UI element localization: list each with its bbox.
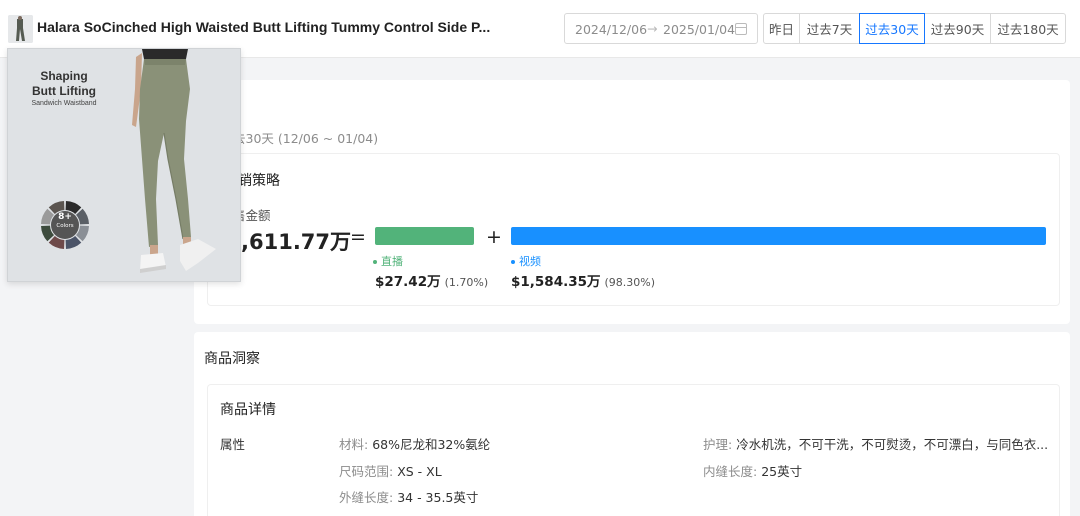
- attr-size-range: 尺码范围: XS - XL: [339, 464, 442, 479]
- calendar-icon: [735, 23, 747, 35]
- video-value: $1,584.35万: [511, 274, 601, 290]
- live-sales-value: $27.42万 (1.70%): [375, 270, 488, 290]
- legend-dot-icon: [511, 260, 515, 264]
- date-range-picker[interactable]: 2024/12/06 → 2025/01/04: [564, 13, 758, 44]
- attr-material: 材料: 68%尼龙和32%氨纶: [339, 437, 491, 452]
- range-button-180d[interactable]: 过去180天: [990, 13, 1066, 44]
- image-headline-1: Shaping: [40, 69, 88, 83]
- range-button-30d[interactable]: 过去30天: [859, 13, 925, 44]
- video-share-bar: [511, 227, 1046, 245]
- attr-inseam: 内缝长度: 25英寸: [703, 464, 803, 479]
- video-percent: (98.30%): [604, 276, 656, 289]
- product-detail-title: 商品详情: [220, 402, 276, 418]
- legend-dot-icon: [373, 260, 377, 264]
- legend-live-label: 直播: [381, 255, 403, 268]
- video-sales-value: $1,584.35万 (98.30%): [511, 270, 655, 290]
- product-thumbnail[interactable]: [8, 15, 33, 43]
- date-start: 2024/12/06: [575, 22, 648, 37]
- live-share-bar: [375, 227, 474, 245]
- attr-care: 护理: 冷水机洗，不可干洗，不可熨烫，不可漂白，与同色衣...: [703, 437, 1049, 452]
- equals-sign: =: [350, 226, 366, 248]
- live-value: $27.42万: [375, 274, 441, 290]
- image-subline: Sandwich Waistband: [31, 100, 97, 107]
- legend-video: 视频: [511, 253, 541, 269]
- sales-total: ,611.77万: [241, 230, 352, 254]
- range-button-yesterday[interactable]: 昨日: [763, 13, 800, 44]
- date-end: 2025/01/04: [663, 22, 736, 37]
- plus-sign: +: [486, 226, 502, 248]
- image-headline-2: Butt Lifting: [32, 84, 96, 98]
- attributes-label: 属性: [220, 437, 246, 452]
- range-button-7d[interactable]: 过去7天: [799, 13, 860, 44]
- sales-strategy-title: 销策略: [238, 173, 280, 189]
- range-button-90d[interactable]: 过去90天: [924, 13, 991, 44]
- arrow-right-icon: →: [647, 21, 658, 36]
- period-text: 去30天 (12/06 ~ 01/04): [233, 131, 379, 146]
- legend-live: 直播: [373, 253, 403, 269]
- product-insight-title: 商品洞察: [204, 351, 260, 367]
- product-image-preview: Shaping Butt Lifting Sandwich Waistband …: [7, 48, 241, 282]
- image-colors-label: Colors: [56, 223, 74, 229]
- attr-outseam: 外缝长度: 34 - 35.5英寸: [339, 490, 479, 505]
- live-percent: (1.70%): [444, 276, 489, 289]
- range-button-group: 昨日 过去7天 过去30天 过去90天 过去180天: [763, 13, 1066, 44]
- image-colors-count: 8+: [58, 212, 72, 222]
- product-title: Halara SoCinched High Waisted Butt Lifti…: [37, 19, 491, 35]
- legend-video-label: 视频: [519, 255, 541, 268]
